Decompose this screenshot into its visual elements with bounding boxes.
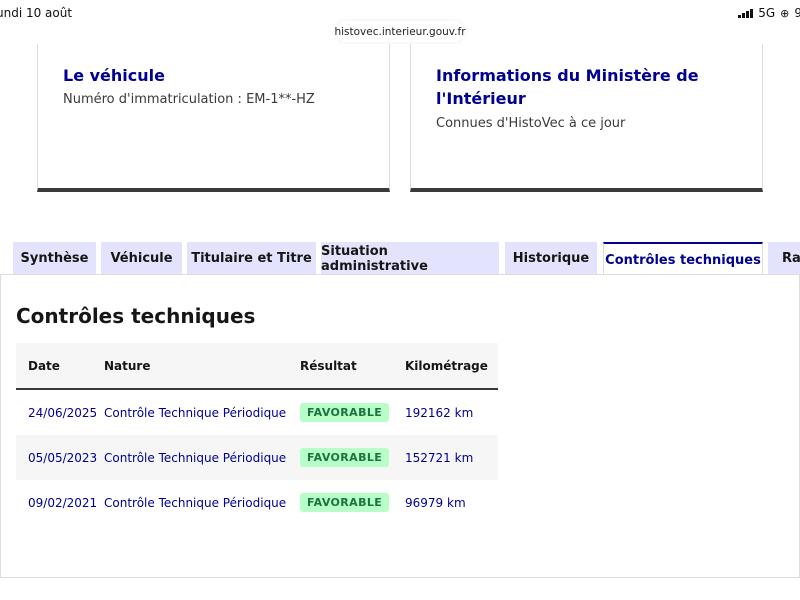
header-date: Date <box>16 343 104 390</box>
tab-rapport[interactable]: Rap <box>768 242 800 275</box>
table-row: 24/06/2025 Contrôle Technique Périodique… <box>16 389 498 435</box>
tab-situation-administrative[interactable]: Situation administrative <box>321 242 499 275</box>
tab-historique[interactable]: Historique <box>505 242 597 275</box>
battery-level: 9 <box>794 6 800 20</box>
registration-number: Numéro d'immatriculation : EM-1**-HZ <box>63 92 315 107</box>
table-header-row: Date Nature Résultat Kilométrage <box>16 343 498 390</box>
status-indicators: 5G ⊕ 9 <box>738 6 800 20</box>
row-mileage: 96979 km <box>405 495 466 510</box>
technical-controls-table: Date Nature Résultat Kilométrage 24/06/2… <box>16 343 498 525</box>
signal-icon <box>738 8 754 18</box>
header-mileage: Kilométrage <box>405 343 498 390</box>
row-date: 05/05/2023 <box>16 435 104 480</box>
ministry-card-title: Informations du Ministère de l'Intérieur <box>436 66 699 108</box>
table-row: 05/05/2023 Contrôle Technique Périodique… <box>16 435 498 480</box>
row-result: FAVORABLE <box>300 435 405 480</box>
row-mileage: 152721 km <box>405 435 498 480</box>
vehicle-card: Le véhicule Numéro d'immatriculation : E… <box>37 44 390 192</box>
section-title: Contrôles techniques <box>16 304 256 328</box>
vehicle-card-title: Le véhicule <box>63 66 165 85</box>
tab-list: Synthèse Véhicule Titulaire et Titre Sit… <box>0 242 800 276</box>
header-nature: Nature <box>104 343 300 390</box>
tab-controles-techniques[interactable]: Contrôles techniques <box>603 242 763 276</box>
tab-vehicule[interactable]: Véhicule <box>101 242 182 275</box>
row-nature: Contrôle Technique Périodique <box>104 495 287 510</box>
network-label: 5G <box>758 6 776 20</box>
tab-synthese[interactable]: Synthèse <box>13 242 96 275</box>
status-badge: FAVORABLE <box>300 493 390 512</box>
row-result: FAVORABLE <box>300 480 405 525</box>
row-date: 24/06/2025 <box>28 405 98 420</box>
table-row: 09/02/2021 Contrôle Technique Périodique… <box>16 480 498 525</box>
ministry-info-card: Informations du Ministère de l'Intérieur… <box>410 44 763 192</box>
status-badge: FAVORABLE <box>300 448 390 467</box>
header-result: Résultat <box>300 343 405 390</box>
address-bar[interactable]: histovec.interieur.gouv.fr <box>334 21 466 42</box>
row-date: 09/02/2021 <box>28 495 98 510</box>
orientation-lock-icon: ⊕ <box>780 6 790 20</box>
row-result: FAVORABLE <box>300 389 405 435</box>
row-mileage: 192162 km <box>405 405 474 420</box>
row-nature: Contrôle Technique Périodique <box>104 435 300 480</box>
status-time: undi 10 août <box>0 6 73 20</box>
tab-titulaire-titre[interactable]: Titulaire et Titre <box>187 242 316 275</box>
ministry-card-subtitle: Connues d'HistoVec à ce jour <box>436 116 626 131</box>
row-nature: Contrôle Technique Périodique <box>104 405 287 420</box>
status-badge: FAVORABLE <box>300 403 390 422</box>
